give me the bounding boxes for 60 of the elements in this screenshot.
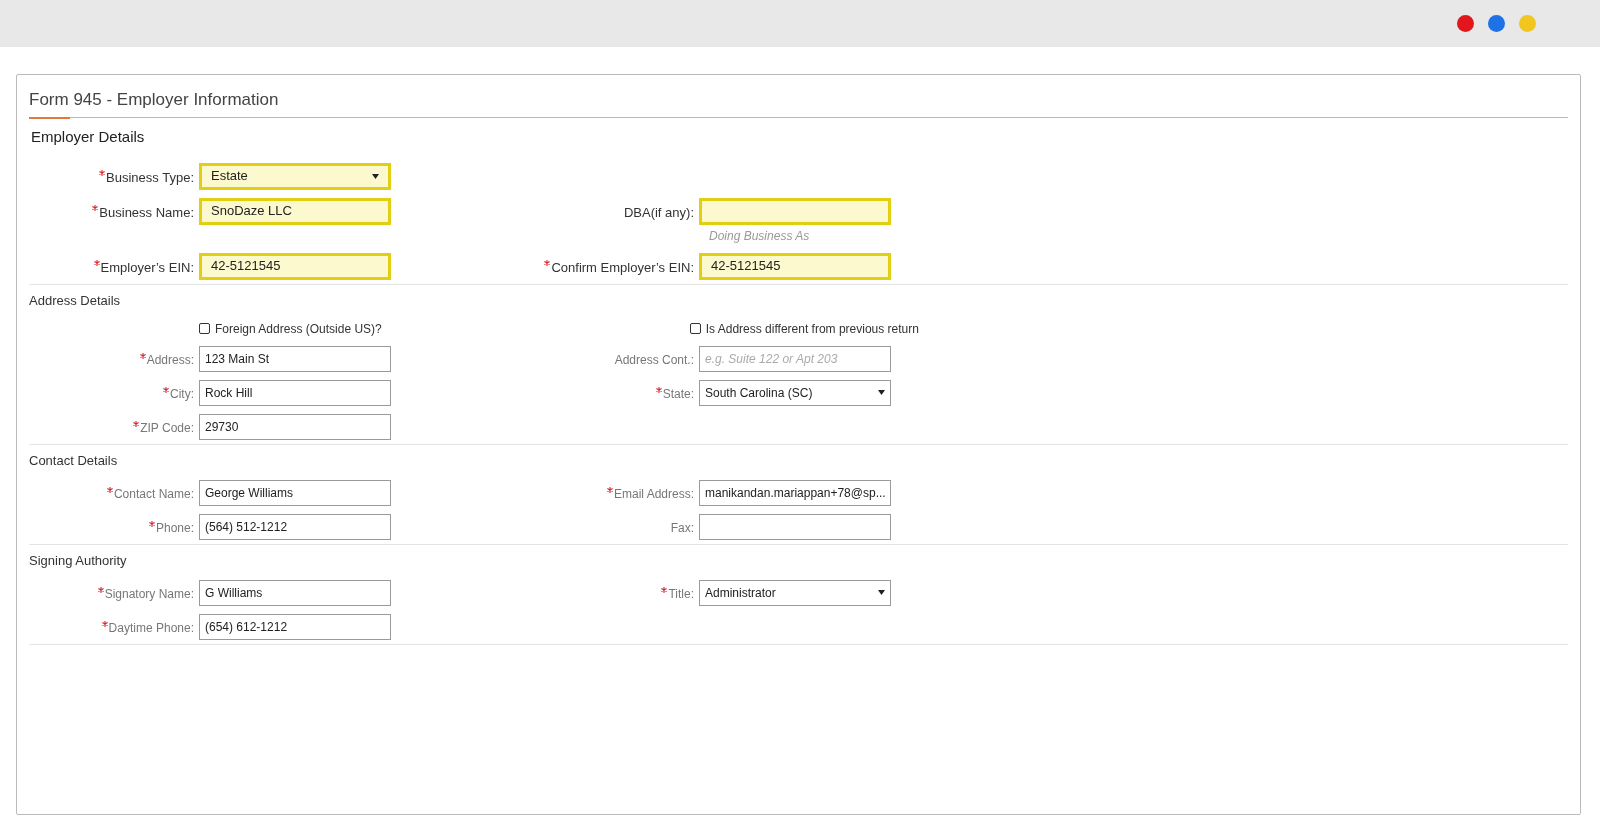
checkbox-option[interactable]: Foreign Address (Outside US)?: [199, 319, 382, 338]
required-asterisk-icon: [106, 486, 113, 493]
section-title: Contact Details: [29, 452, 118, 468]
field-label: Signatory Name:: [97, 584, 194, 603]
required-asterisk-icon: [655, 386, 662, 393]
section-title: Address Details: [29, 292, 121, 308]
required-asterisk-icon: [92, 204, 99, 211]
field-label: Contact Name:: [106, 484, 194, 503]
checkbox[interactable]: [199, 323, 210, 334]
input-field[interactable]: (654) 612-1212: [199, 613, 391, 640]
required-asterisk-icon: [544, 259, 551, 266]
field-label: Business Name:: [92, 202, 194, 222]
field-label: Confirm Employer’s EIN:: [544, 257, 694, 277]
select-field[interactable]: Estate: [199, 162, 391, 190]
field-label: Daytime Phone:: [101, 618, 194, 637]
input-field[interactable]: 42-5121545: [199, 252, 391, 280]
field-label: Business Type:: [99, 167, 194, 187]
required-asterisk-icon: [606, 486, 613, 493]
field-label: Address:: [139, 350, 194, 369]
input-field[interactable]: George Williams: [199, 479, 391, 506]
caret-icon: [878, 590, 885, 595]
checkbox[interactable]: [689, 323, 701, 334]
input-field[interactable]: 123 Main St: [199, 345, 391, 372]
field-hint: Doing Business As: [708, 227, 811, 245]
required-asterisk-icon: [139, 352, 146, 359]
section-title: Signing Authority: [29, 552, 127, 568]
field-label: Address Cont.:: [614, 351, 694, 369]
field-label: City:: [163, 384, 194, 403]
input-field[interactable]: 42-5121545: [699, 252, 891, 280]
field-label: Email Address:: [606, 484, 694, 503]
required-asterisk-icon: [163, 386, 169, 393]
caret-icon: [372, 173, 379, 179]
required-asterisk-icon: [97, 586, 104, 593]
form-title: Form 945 - Employer Information: [29, 90, 279, 109]
input-field[interactable]: G Williams: [199, 579, 391, 606]
field-label: Title:: [661, 584, 694, 603]
caret-icon: [878, 390, 885, 395]
select-field[interactable]: South Carolina (SC): [699, 379, 891, 406]
input-field[interactable]: (564) 512-1212: [199, 513, 391, 540]
field-label: DBA(if any):: [623, 203, 694, 222]
required-asterisk-icon: [93, 259, 100, 266]
select-field[interactable]: Administrator: [699, 579, 891, 606]
section-title: Employer Details: [31, 127, 145, 145]
input-field[interactable]: 29730: [199, 413, 391, 440]
field-label: Phone:: [148, 518, 194, 537]
checkbox-option[interactable]: Is Address different from previous return: [689, 319, 919, 338]
required-asterisk-icon: [99, 169, 106, 176]
required-asterisk-icon: [101, 620, 108, 627]
field-label: Fax:: [670, 519, 694, 537]
required-asterisk-icon: [661, 586, 668, 593]
input-field[interactable]: SnoDaze LLC: [199, 197, 391, 225]
required-asterisk-icon: [148, 520, 155, 527]
field-label: Employer’s EIN:: [93, 257, 194, 277]
required-asterisk-icon: [133, 420, 140, 427]
input-field[interactable]: [699, 197, 891, 225]
input-field[interactable]: manikandan.mariappan+78@sp...: [699, 479, 891, 506]
input-field[interactable]: [699, 513, 891, 540]
field-label: State:: [655, 384, 694, 403]
field-label: ZIP Code:: [133, 418, 194, 437]
input-field[interactable]: Rock Hill: [199, 379, 391, 406]
